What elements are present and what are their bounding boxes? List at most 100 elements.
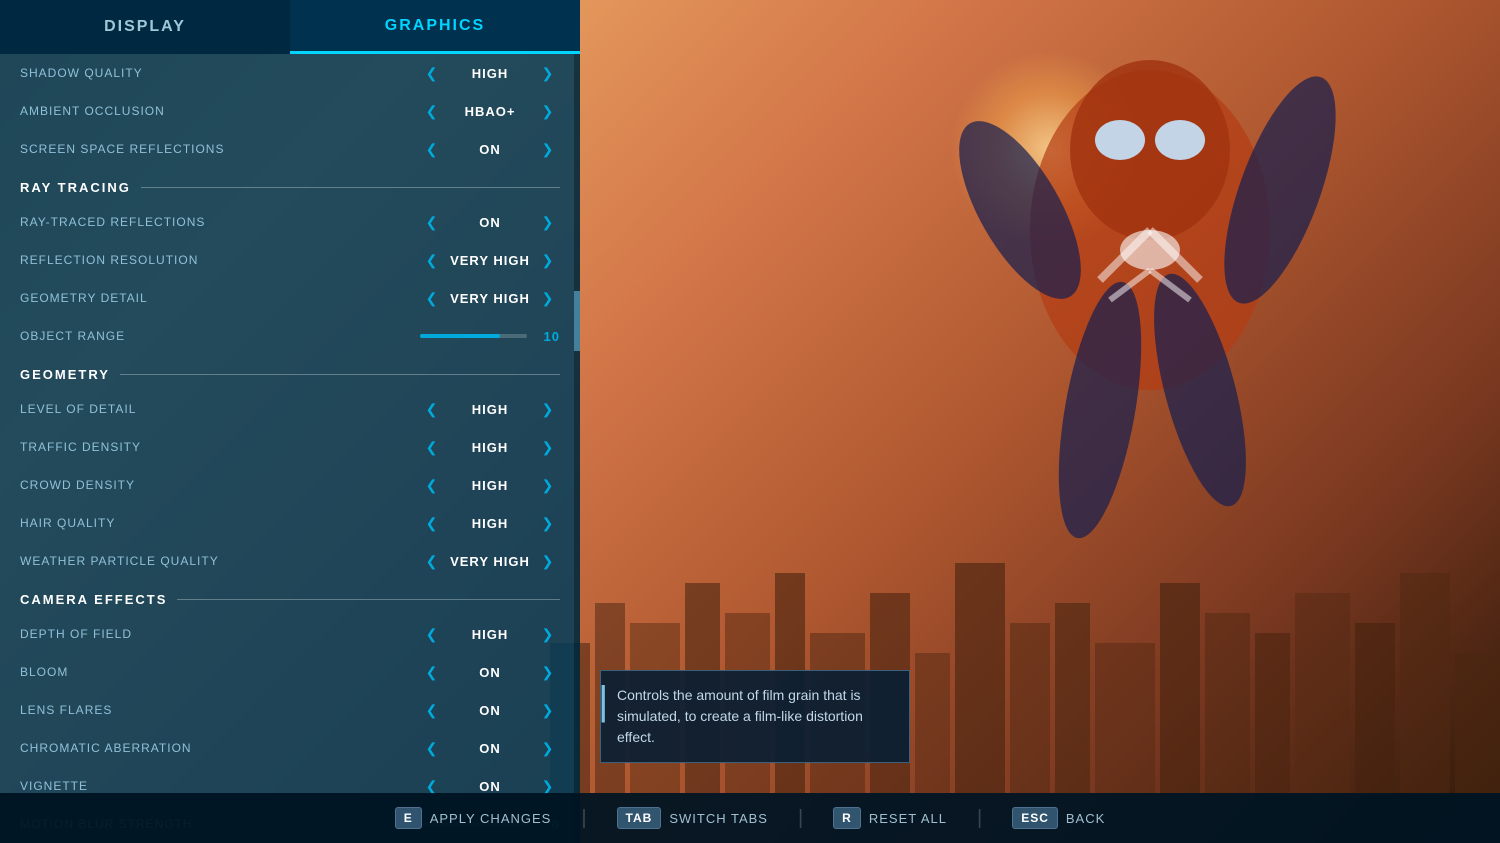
sep1: | [581, 807, 586, 830]
crowd-label: CROWD DENSITY [20, 478, 420, 492]
geom-detail-value: VERY HIGH [450, 291, 530, 306]
tooltip: | Controls the amount of film grain that… [600, 670, 910, 763]
tab-graphics[interactable]: GRAPHICS [290, 0, 580, 54]
geom-detail-label: GEOMETRY DETAIL [20, 291, 420, 305]
lod-control: ❮ HIGH ❯ [420, 401, 560, 418]
chroma-control: ❮ ON ❯ [420, 740, 560, 757]
ssr-label: SCREEN SPACE REFLECTIONS [20, 142, 420, 156]
refl-res-prev[interactable]: ❮ [422, 252, 442, 269]
refl-res-label: REFLECTION RESOLUTION [20, 253, 420, 267]
vignette-next[interactable]: ❯ [538, 778, 558, 795]
dof-prev[interactable]: ❮ [422, 626, 442, 643]
settings-content: SHADOW QUALITY ❮ HIGH ❯ AMBIENT OCCLUSIO… [0, 54, 580, 843]
rtr-prev[interactable]: ❮ [422, 214, 442, 231]
ao-value: HBAO+ [450, 104, 530, 119]
reset-key: R [833, 807, 861, 829]
hair-prev[interactable]: ❮ [422, 515, 442, 532]
weather-next[interactable]: ❯ [538, 553, 558, 570]
crowd-prev[interactable]: ❮ [422, 477, 442, 494]
object-range-fill [420, 334, 500, 338]
switch-key: TAB [617, 807, 662, 829]
ray-traced-reflections-row[interactable]: RAY-TRACED REFLECTIONS ❮ ON ❯ [10, 203, 570, 241]
hair-value: HIGH [450, 516, 530, 531]
back-action[interactable]: ESC BACK [1012, 807, 1105, 829]
ambient-occlusion-row[interactable]: AMBIENT OCCLUSION ❮ HBAO+ ❯ [10, 92, 570, 130]
tab-display[interactable]: DISPLAY [0, 0, 290, 54]
crowd-value: HIGH [450, 478, 530, 493]
lens-flares-label: LENS FLARES [20, 703, 420, 717]
bloom-row[interactable]: BLOOM ❮ ON ❯ [10, 653, 570, 691]
object-range-row[interactable]: OBJECT RANGE 10 [10, 317, 570, 355]
hair-control: ❮ HIGH ❯ [420, 515, 560, 532]
traffic-density-row[interactable]: TRAFFIC DENSITY ❮ HIGH ❯ [10, 428, 570, 466]
shadow-quality-row[interactable]: SHADOW QUALITY ❮ HIGH ❯ [10, 54, 570, 92]
ambient-occlusion-label: AMBIENT OCCLUSION [20, 104, 420, 118]
ao-prev[interactable]: ❮ [422, 103, 442, 120]
lens-flares-prev[interactable]: ❮ [422, 702, 442, 719]
dof-control: ❮ HIGH ❯ [420, 626, 560, 643]
crowd-control: ❮ HIGH ❯ [420, 477, 560, 494]
chroma-next[interactable]: ❯ [538, 740, 558, 757]
reset-action[interactable]: R RESET ALL [833, 807, 947, 829]
settings-panel: DISPLAY GRAPHICS SHADOW QUALITY ❮ HIGH ❯… [0, 0, 580, 843]
reflection-resolution-row[interactable]: REFLECTION RESOLUTION ❮ VERY HIGH ❯ [10, 241, 570, 279]
geom-detail-next[interactable]: ❯ [538, 290, 558, 307]
weather-control: ❮ VERY HIGH ❯ [420, 553, 560, 570]
lod-label: LEVEL OF DETAIL [20, 402, 420, 416]
lod-next[interactable]: ❯ [538, 401, 558, 418]
apply-label: APPLY CHANGES [430, 811, 552, 826]
shadow-quality-prev[interactable]: ❮ [422, 65, 442, 82]
traffic-prev[interactable]: ❮ [422, 439, 442, 456]
hair-quality-row[interactable]: HAIR QUALITY ❮ HIGH ❯ [10, 504, 570, 542]
lens-flares-next[interactable]: ❯ [538, 702, 558, 719]
dof-value: HIGH [450, 627, 530, 642]
bloom-prev[interactable]: ❮ [422, 664, 442, 681]
ao-next[interactable]: ❯ [538, 103, 558, 120]
object-range-control: 10 [420, 329, 560, 344]
lens-flares-row[interactable]: LENS FLARES ❮ ON ❯ [10, 691, 570, 729]
chroma-label: CHROMATIC ABERRATION [20, 741, 420, 755]
weather-label: WEATHER PARTICLE QUALITY [20, 554, 420, 568]
bloom-next[interactable]: ❯ [538, 664, 558, 681]
scrollbar[interactable] [574, 54, 580, 843]
geometry-header: GEOMETRY [10, 355, 570, 390]
traffic-next[interactable]: ❯ [538, 439, 558, 456]
shadow-quality-value: HIGH [450, 66, 530, 81]
chromatic-aberration-row[interactable]: CHROMATIC ABERRATION ❮ ON ❯ [10, 729, 570, 767]
weather-particle-row[interactable]: WEATHER PARTICLE QUALITY ❮ VERY HIGH ❯ [10, 542, 570, 580]
ray-tracing-header: RAY TRACING [10, 168, 570, 203]
rtr-value: ON [450, 215, 530, 230]
apply-key: E [395, 807, 422, 829]
switch-label: SWITCH TABS [669, 811, 768, 826]
crowd-density-row[interactable]: CROWD DENSITY ❮ HIGH ❯ [10, 466, 570, 504]
traffic-control: ❮ HIGH ❯ [420, 439, 560, 456]
crowd-next[interactable]: ❯ [538, 477, 558, 494]
weather-prev[interactable]: ❮ [422, 553, 442, 570]
shadow-quality-next[interactable]: ❯ [538, 65, 558, 82]
lod-prev[interactable]: ❮ [422, 401, 442, 418]
scroll-thumb [574, 291, 580, 351]
geometry-detail-row[interactable]: GEOMETRY DETAIL ❮ VERY HIGH ❯ [10, 279, 570, 317]
geometry-section: GEOMETRY LEVEL OF DETAIL ❮ HIGH ❯ TRAFFI… [10, 355, 570, 580]
switch-tabs-action[interactable]: TAB SWITCH TABS [617, 807, 768, 829]
lod-value: HIGH [450, 402, 530, 417]
hair-next[interactable]: ❯ [538, 515, 558, 532]
object-range-slider[interactable] [420, 334, 527, 338]
traffic-value: HIGH [450, 440, 530, 455]
apply-action[interactable]: E APPLY CHANGES [395, 807, 552, 829]
ssr-next[interactable]: ❯ [538, 141, 558, 158]
refl-res-next[interactable]: ❯ [538, 252, 558, 269]
tooltip-text: Controls the amount of film grain that i… [617, 687, 863, 745]
geom-detail-prev[interactable]: ❮ [422, 290, 442, 307]
ssr-prev[interactable]: ❮ [422, 141, 442, 158]
chroma-prev[interactable]: ❮ [422, 740, 442, 757]
vignette-prev[interactable]: ❮ [422, 778, 442, 795]
ray-tracing-line [141, 187, 560, 188]
level-of-detail-row[interactable]: LEVEL OF DETAIL ❮ HIGH ❯ [10, 390, 570, 428]
rtr-next[interactable]: ❯ [538, 214, 558, 231]
sep2: | [798, 807, 803, 830]
camera-effects-header: CAMERA EFFECTS [10, 580, 570, 615]
depth-of-field-row[interactable]: DEPTH OF FIELD ❮ HIGH ❯ [10, 615, 570, 653]
dof-next[interactable]: ❯ [538, 626, 558, 643]
ssr-row[interactable]: SCREEN SPACE REFLECTIONS ❮ ON ❯ [10, 130, 570, 168]
